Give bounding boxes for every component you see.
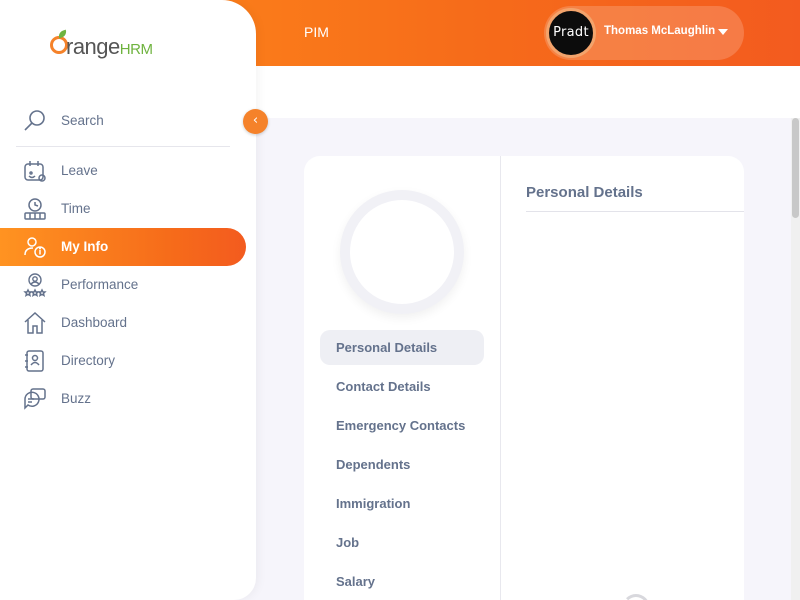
divider [500, 156, 501, 600]
scrollbar-thumb[interactable] [792, 118, 799, 218]
tab-dependents[interactable]: Dependents [320, 447, 484, 482]
divider [526, 211, 744, 212]
tab-immigration[interactable]: Immigration [320, 486, 484, 521]
user-name[interactable]: Thomas McLaughlin [604, 25, 715, 37]
loading-spinner-icon [622, 594, 650, 600]
tab-label: Contact Details [336, 379, 431, 394]
chevron-left-icon: ‹ [252, 113, 259, 128]
page-title: PIM [304, 24, 329, 40]
directory-icon [25, 350, 44, 372]
sidebar-item-label: Directory [61, 353, 116, 368]
tab-job[interactable]: Job [320, 525, 484, 560]
sidebar-item-label: Dashboard [61, 315, 128, 330]
search-icon [24, 110, 45, 131]
leave-icon [24, 161, 46, 182]
profile-photo[interactable] [350, 200, 454, 304]
sidebar-search[interactable]: Search [0, 102, 246, 140]
tab-label: Salary [336, 574, 376, 589]
time-icon [24, 198, 46, 220]
sidebar-item-buzz[interactable]: Buzz [0, 380, 246, 418]
performance-icon [23, 273, 47, 297]
sidebar-item-dashboard[interactable]: Dashboard [0, 304, 246, 342]
sidebar-item-label: Buzz [61, 391, 92, 406]
sidebar-item-label: Time [61, 201, 91, 216]
tab-label: Job [336, 535, 360, 550]
caret-down-icon[interactable] [718, 29, 728, 35]
tab-personal-details[interactable]: Personal Details [320, 330, 484, 365]
tab-emergency-contacts[interactable]: Emergency Contacts [320, 408, 484, 443]
scrollbar[interactable] [791, 118, 800, 600]
sidebar-item-my-info[interactable]: My Info [0, 228, 246, 266]
sidebar-item-label: My Info [61, 239, 109, 254]
tab-label: Emergency Contacts [336, 418, 466, 433]
divider [16, 146, 230, 147]
sidebar-item-leave[interactable]: Leave [0, 152, 246, 190]
logo-hrm: HRM [119, 41, 153, 58]
tab-salary[interactable]: Salary [320, 564, 484, 599]
profile-card: Personal Details Contact Details Emergen… [304, 156, 744, 600]
section-title: Personal Details [526, 184, 643, 201]
tab-label: Dependents [336, 457, 411, 472]
brand-logo[interactable]: rangeHRM [48, 29, 168, 66]
tab-label: Personal Details [336, 340, 438, 355]
collapse-sidebar-button[interactable]: ‹ [243, 109, 268, 134]
dashboard-icon [24, 311, 46, 334]
sidebar-item-directory[interactable]: Directory [0, 342, 246, 380]
tab-label: Immigration [336, 496, 411, 511]
sidebar: rangeHRM Search Leave Time My Info Perfo… [0, 0, 256, 600]
sidebar-item-label: Performance [61, 277, 139, 292]
tab-contact-details[interactable]: Contact Details [320, 369, 484, 404]
sidebar-item-label: Leave [61, 163, 98, 178]
search-label: Search [61, 113, 104, 128]
logo-name: range [66, 34, 120, 59]
sidebar-item-time[interactable]: Time [0, 190, 246, 228]
sidebar-item-performance[interactable]: Performance [0, 266, 246, 304]
avatar[interactable]: Pradt [546, 8, 596, 58]
profile-photo-frame [340, 190, 464, 314]
user-dropdown[interactable]: Pradt Thomas McLaughlin [544, 6, 744, 60]
buzz-icon [24, 388, 46, 410]
my-info-icon [24, 237, 46, 258]
